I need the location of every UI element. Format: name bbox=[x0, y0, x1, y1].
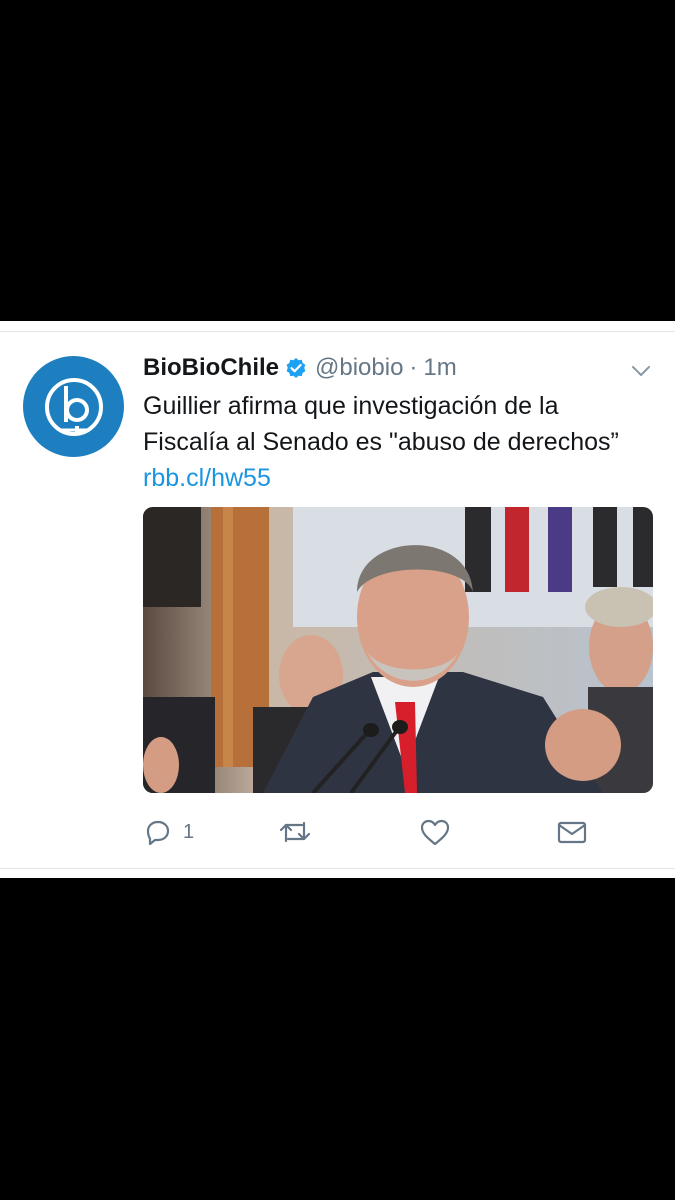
retweet-button[interactable] bbox=[278, 817, 312, 847]
tweet-actions: 1 bbox=[143, 813, 653, 853]
verified-badge-icon bbox=[285, 357, 307, 379]
chevron-down-icon bbox=[632, 366, 650, 376]
direct-message-button[interactable] bbox=[556, 817, 588, 847]
tweet-body: Guillier afirma que investigación de la … bbox=[143, 392, 619, 456]
timestamp[interactable]: 1m bbox=[423, 354, 456, 382]
bottom-black-bar bbox=[0, 878, 675, 1200]
separator-dot: · bbox=[409, 354, 418, 381]
biobio-logo-icon bbox=[44, 377, 103, 436]
user-handle[interactable]: @biobio bbox=[315, 354, 403, 382]
photo-politician-at-podium bbox=[143, 507, 653, 793]
reply-icon bbox=[146, 820, 170, 846]
reply-button[interactable]: 1 bbox=[143, 817, 194, 847]
envelope-icon bbox=[557, 821, 587, 844]
divider bbox=[0, 331, 675, 332]
divider bbox=[0, 868, 675, 869]
tweet-image[interactable] bbox=[143, 507, 653, 793]
heart-icon bbox=[420, 819, 450, 846]
display-name[interactable]: BioBioChile bbox=[143, 354, 279, 382]
reply-count: 1 bbox=[183, 820, 195, 843]
like-button[interactable] bbox=[419, 817, 451, 847]
tweet-text: Guillier afirma que investigación de la … bbox=[143, 388, 643, 496]
avatar[interactable] bbox=[23, 356, 124, 457]
top-black-bar bbox=[0, 0, 675, 321]
tweet-card[interactable]: BioBioChile @biobio · 1m Guillier afirma… bbox=[0, 321, 675, 878]
more-options-button[interactable] bbox=[629, 359, 653, 383]
tweet-header: BioBioChile @biobio · 1m bbox=[143, 351, 653, 385]
tweet-link[interactable]: rbb.cl/hw55 bbox=[143, 464, 271, 492]
retweet-icon bbox=[279, 821, 311, 843]
